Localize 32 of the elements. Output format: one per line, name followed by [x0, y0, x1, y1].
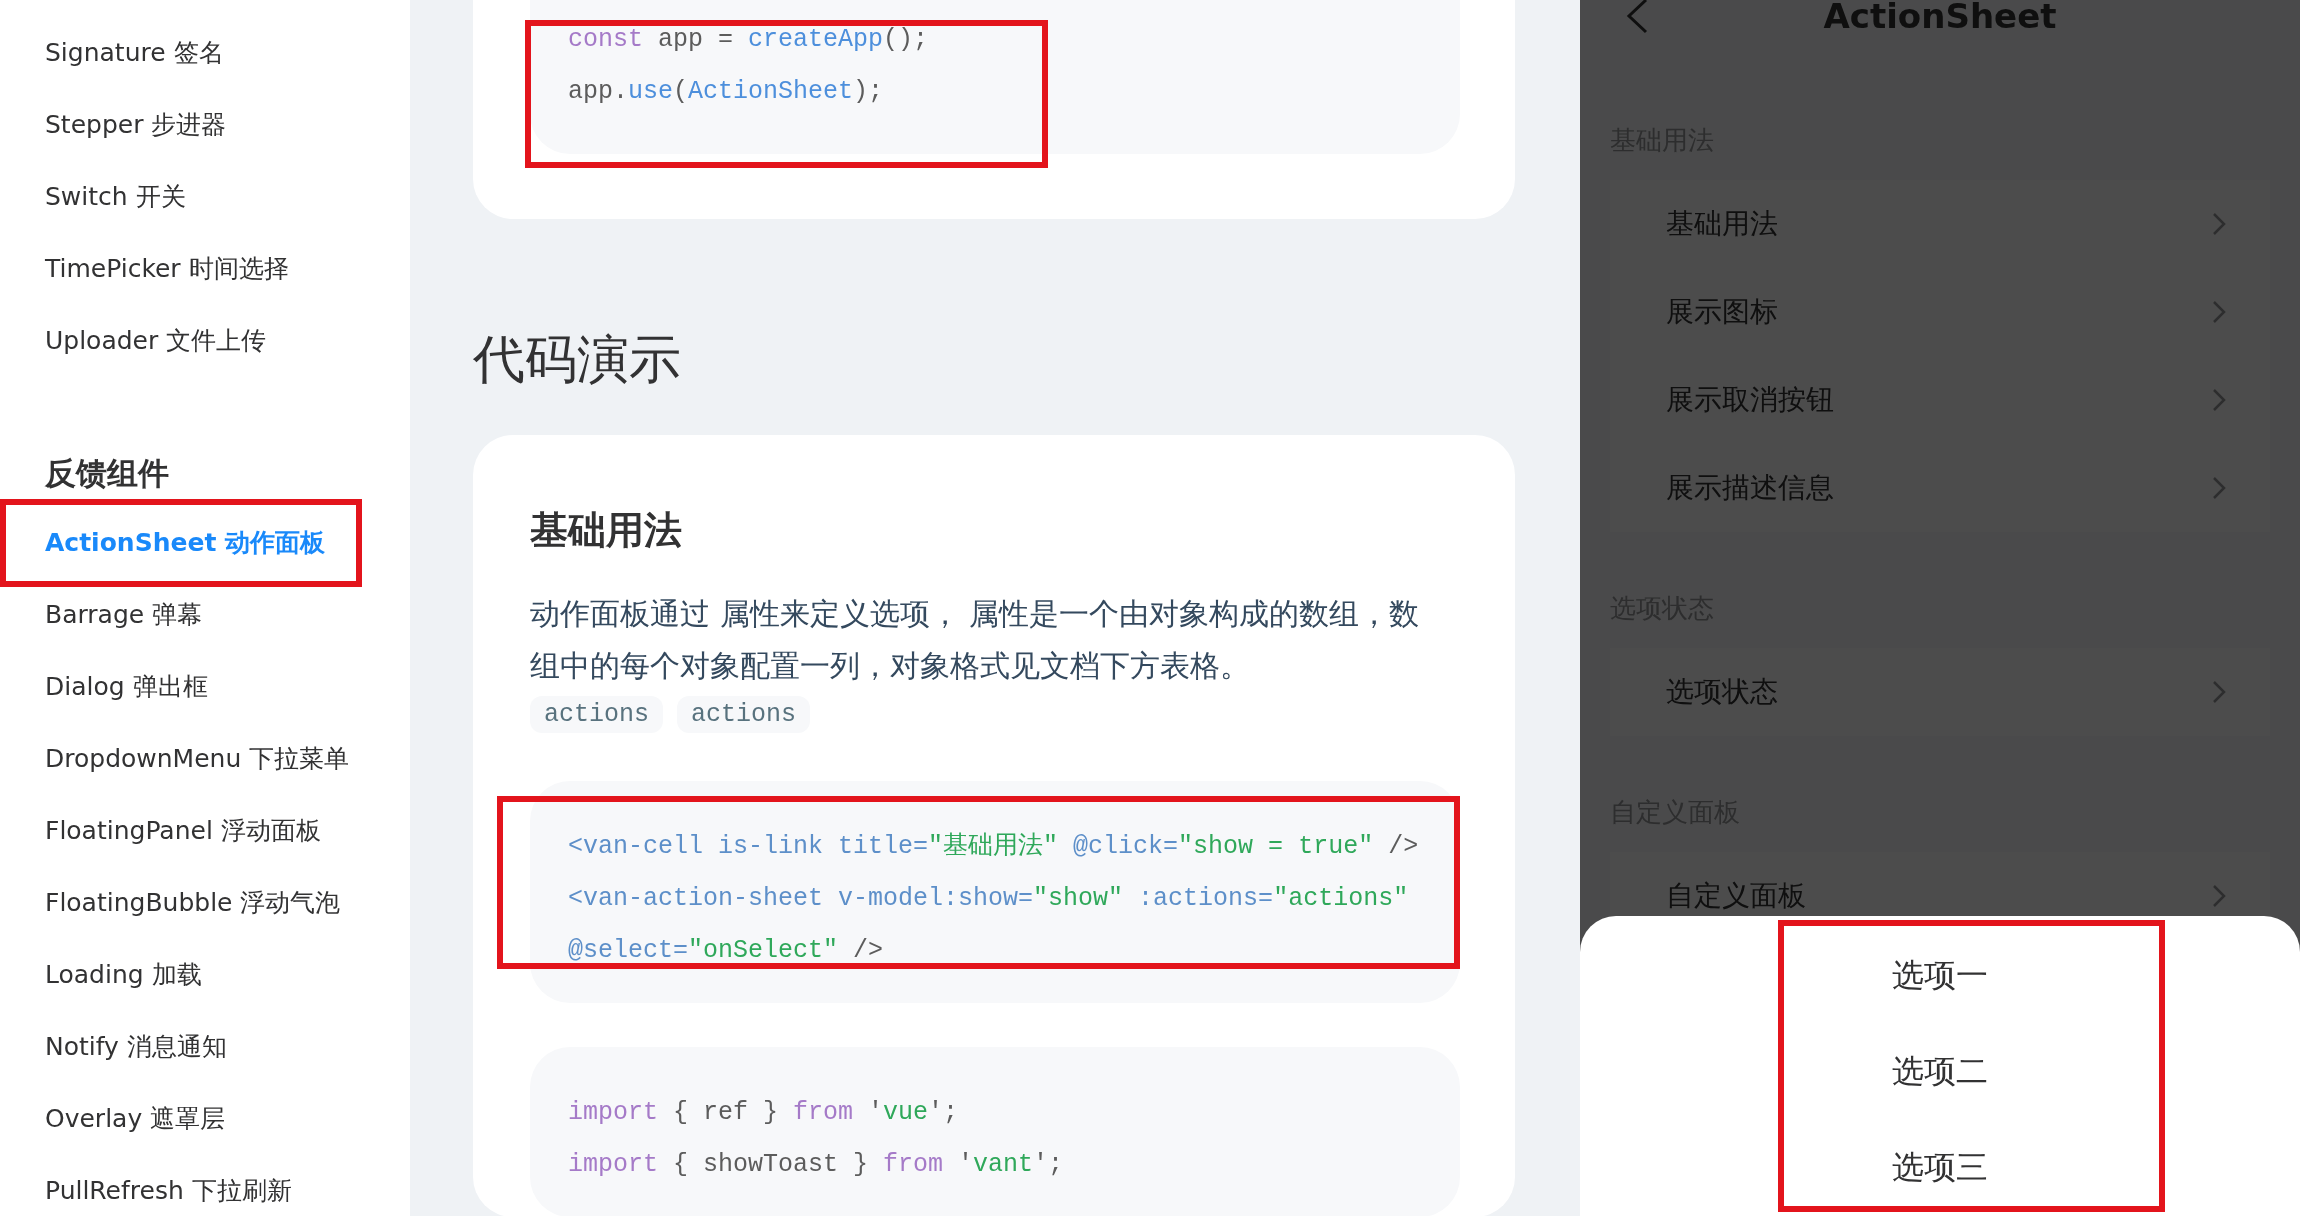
- description-text: 动作面板通过 属性来定义选项， 属性是一个由对象构成的数组，数组中的每个对象配置一列，对象格式见文档下方表格。: [530, 595, 1421, 685]
- code-line: const app = createApp();: [568, 24, 930, 56]
- code-line: <van-action-sheet v-model:show="show" :actions="actions": [568, 883, 1410, 915]
- sidebar-item[interactable]: Loading 加载: [45, 955, 410, 995]
- sidebar-item[interactable]: PullRefresh 下拉刷新: [45, 1171, 410, 1211]
- inline-code: actions: [530, 696, 664, 733]
- sheet-option[interactable]: 选项一: [1580, 928, 2300, 1024]
- inline-code: actions: [677, 696, 811, 733]
- nav-title: ActionSheet: [1823, 0, 2057, 36]
- code-line: app.use(ActionSheet);: [568, 76, 885, 108]
- sidebar-item[interactable]: ActionSheet 动作面板: [45, 523, 410, 563]
- sidebar-item[interactable]: Dialog 弹出框: [45, 667, 410, 707]
- sidebar-item[interactable]: Stepper 步进器: [45, 105, 227, 145]
- sidebar-item[interactable]: TimePicker 时间选择: [45, 249, 289, 289]
- sidebar-item[interactable]: FloatingPanel 浮动面板: [45, 811, 410, 851]
- sheet-option[interactable]: 选项三: [1580, 1120, 2300, 1216]
- sidebar-item[interactable]: FloatingBubble 浮动气泡: [45, 883, 410, 923]
- code-line: @select="onSelect" />: [568, 935, 885, 967]
- sidebar-item[interactable]: Switch 开关: [45, 177, 186, 217]
- sidebar-item[interactable]: DropdownMenu 下拉菜单: [45, 739, 410, 779]
- sidebar-group-title: 反馈组件: [45, 454, 170, 493]
- code-line: import { ref } from 'vue';: [568, 1097, 960, 1129]
- sidebar-item[interactable]: Barrage 弹幕: [45, 595, 410, 635]
- sheet-option[interactable]: 选项二: [1580, 1024, 2300, 1120]
- code-line: import { showToast } from 'vant';: [568, 1149, 1065, 1181]
- sidebar-item[interactable]: Notify 消息通知: [45, 1027, 410, 1067]
- code-line: <van-cell is-link title="基础用法" @click="show = true" />: [568, 831, 1420, 863]
- demo-title: 基础用法: [530, 507, 683, 554]
- section-heading: 代码演示: [473, 328, 682, 391]
- sidebar-item[interactable]: Overlay 遮罩层: [45, 1099, 410, 1139]
- sidebar-item[interactable]: Uploader 文件上传: [45, 321, 267, 361]
- sidebar-item[interactable]: Signature 签名: [45, 33, 224, 73]
